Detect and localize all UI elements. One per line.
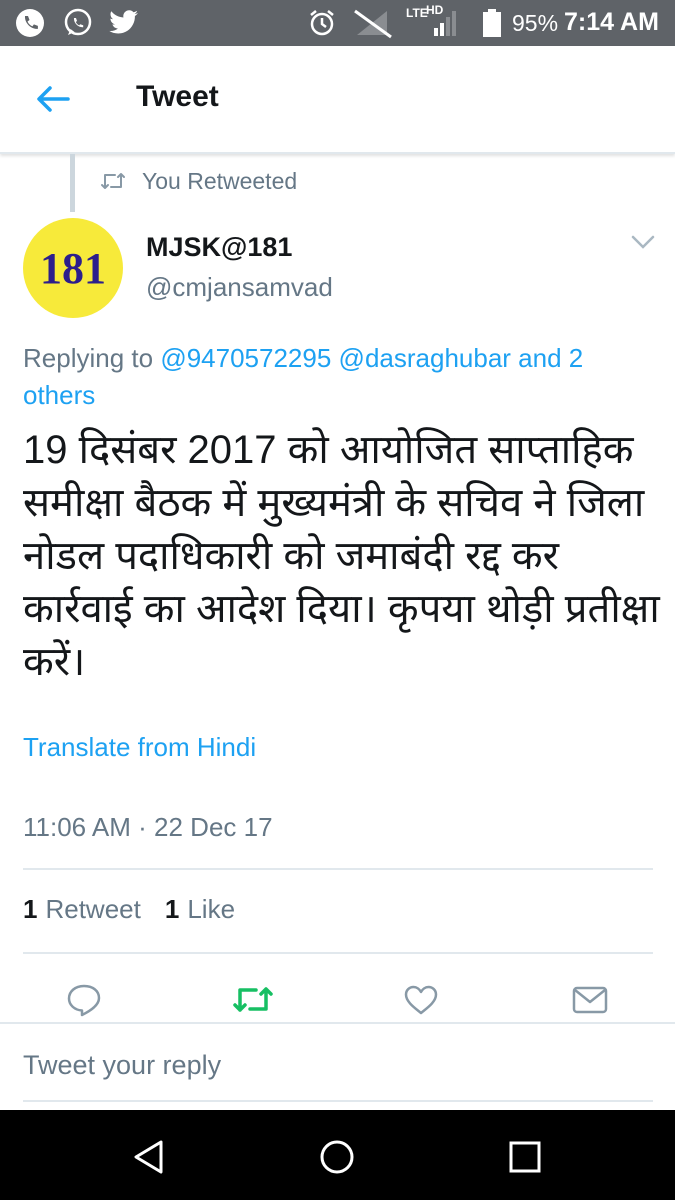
nav-recents-icon [509,1141,541,1173]
chevron-down-icon[interactable] [630,232,656,256]
back-button[interactable] [28,76,78,122]
like-stat[interactable]: 1 Like [165,894,235,925]
clock-time: 7:14 AM [564,8,659,36]
direct-message-button[interactable] [568,978,612,1022]
tweet-timestamp: 11:06 AM · 22 Dec 17 [23,812,273,842]
reply-input-underline [23,1100,653,1102]
like-button[interactable] [399,978,443,1022]
mention-link[interactable]: @9470572295 [160,343,331,373]
no-signal-icon [350,7,396,39]
divider [23,952,653,954]
retweet-small-icon [101,173,125,189]
retweet-icon [233,987,273,1012]
nav-home-icon [320,1140,354,1174]
nav-home-button[interactable] [312,1132,362,1182]
retweet-button[interactable] [231,978,275,1022]
retweet-stat[interactable]: 1 Retweet [23,894,141,925]
mention-link[interactable]: @dasraghubar [339,343,511,373]
navigation-bar [0,1110,675,1200]
status-bar: LTE HD 95% 7:14 AM [0,0,675,46]
retweet-context-label: You Retweeted [142,167,298,194]
battery-percent: 95% [512,10,559,36]
alarm-icon [306,7,338,39]
translate-link[interactable]: Translate from Hindi [23,732,256,763]
author-handle[interactable]: @cmjansamvad [146,272,333,303]
lte-label: LTE [406,6,428,20]
phone-icon [14,7,46,39]
reply-button[interactable] [62,978,106,1022]
retweet-count: 1 [23,894,38,924]
whatsapp-icon [62,7,94,39]
divider [0,1022,675,1024]
app-bar: Tweet [0,46,675,154]
tweet-text: 19 दिसंबर 2017 को आयोजित साप्ताहिक समीक्… [23,428,660,684]
like-stat-label: Like [187,894,236,924]
battery-icon [476,7,508,39]
retweet-context: You Retweeted [100,166,297,196]
heart-icon [404,985,438,1015]
reply-input[interactable]: Tweet your reply [23,1050,221,1081]
replying-to-prefix: Replying to [23,343,161,373]
back-arrow-icon [37,86,70,112]
nav-back-icon [134,1140,163,1174]
like-count: 1 [164,894,180,924]
retweet-stat-label: Retweet [45,894,141,924]
nav-recents-button[interactable] [500,1132,550,1182]
tweet-stats: 1 Retweet 1 Like [23,894,235,925]
page-title: Tweet [136,80,219,113]
replying-to: Replying to @9470572295 @dasraghubar and… [23,340,643,414]
nav-back-button[interactable] [124,1132,174,1182]
divider [23,868,653,870]
twitter-bird-icon [108,7,140,39]
envelope-icon [572,986,608,1014]
avatar-text: 181 [40,243,106,293]
thread-line [70,154,75,212]
reply-icon [67,984,101,1017]
author-display-name[interactable]: MJSK@181 [146,232,292,263]
avatar[interactable]: 181 [23,218,123,318]
signal-icon [428,7,460,39]
